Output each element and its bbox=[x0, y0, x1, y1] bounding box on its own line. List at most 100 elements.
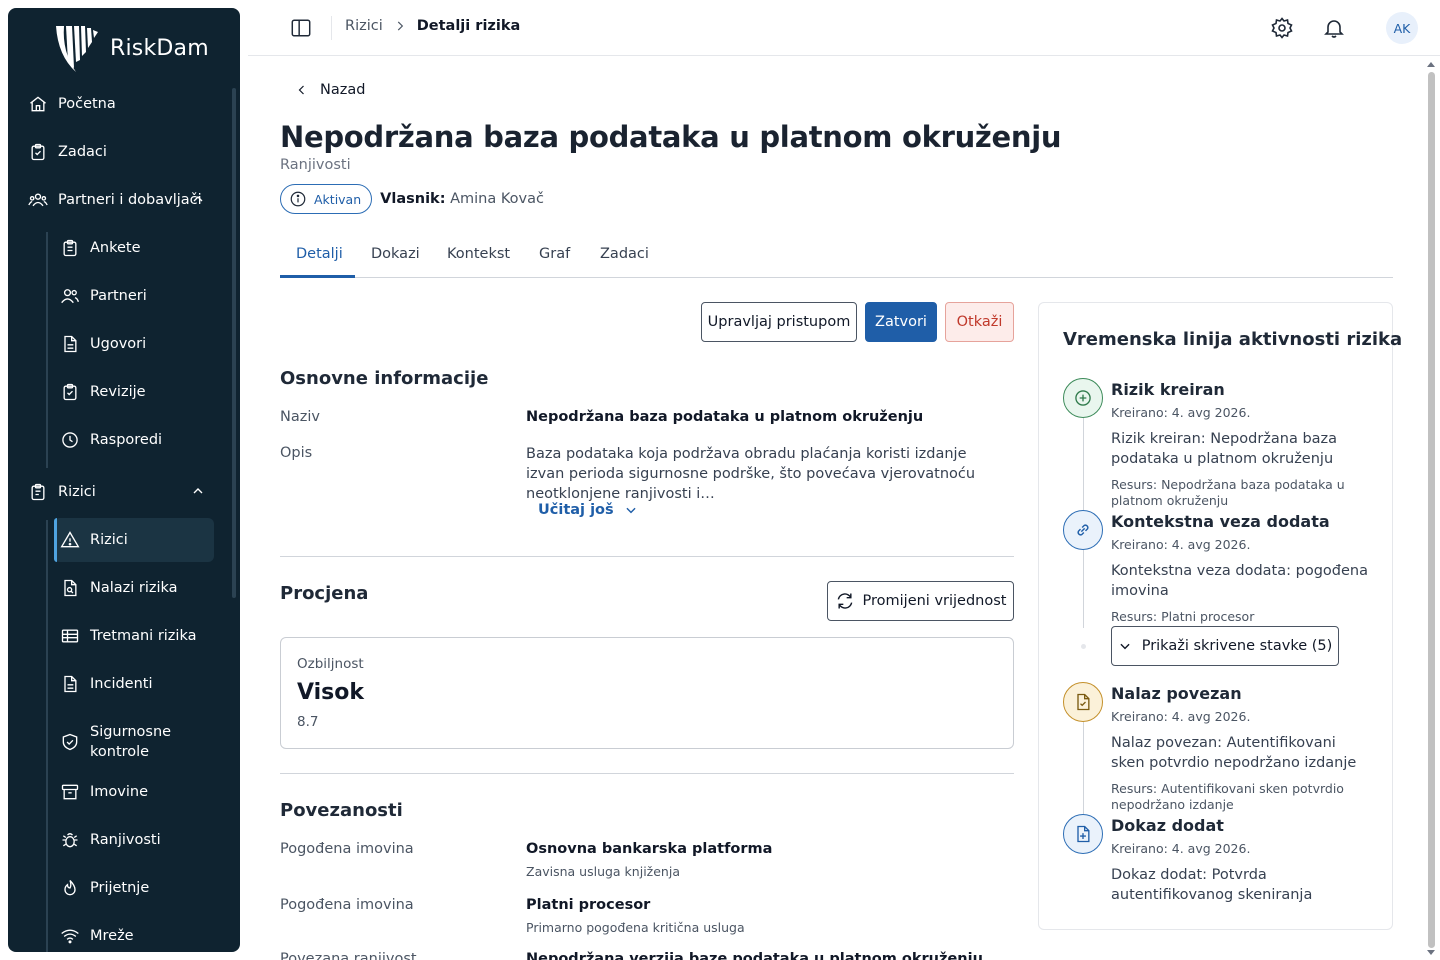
relation-value[interactable]: Nepodržana verzija baze podataka u platn… bbox=[526, 951, 983, 960]
status-row: Aktivan Vlasnik: Amina Kovač bbox=[280, 184, 544, 214]
relation-label: Pogođena imovina bbox=[280, 841, 414, 857]
sidebar-item-revizije[interactable]: Revizije bbox=[54, 370, 214, 414]
timeline-event-body: Rizik kreiran: Nepodržana baza podataka … bbox=[1111, 431, 1338, 467]
page-title: Nepodržana baza podataka u platnom okruž… bbox=[280, 120, 1062, 154]
sidebar-item-label: Sigurnosne kontrole bbox=[90, 724, 172, 760]
logo-icon bbox=[56, 26, 98, 72]
sidebar-item-mreze[interactable]: Mreže bbox=[54, 914, 214, 952]
sidebar-item-label: Rasporedi bbox=[90, 432, 163, 448]
tab-kontekst[interactable]: Kontekst bbox=[447, 246, 510, 262]
relation-note: Primarno pogođena kritična usluga bbox=[526, 920, 745, 935]
load-more-button[interactable]: Učitaj još bbox=[538, 502, 638, 518]
info-icon bbox=[290, 191, 306, 207]
section-divider bbox=[280, 773, 1014, 774]
timeline-event-resource: Resurs: Nepodržana baza podataka u platn… bbox=[1111, 477, 1345, 508]
sidebar-item-label: Ankete bbox=[90, 240, 141, 256]
manage-access-button[interactable]: Upravljaj pristupom bbox=[701, 302, 857, 342]
sidebar-item-label: Rizici bbox=[58, 484, 96, 500]
breadcrumb-current: Detalji rizika bbox=[416, 18, 521, 34]
timeline-connector bbox=[1083, 418, 1084, 510]
page-scrollbar[interactable] bbox=[1428, 72, 1435, 948]
show-hidden-items-button[interactable]: Prikaži skrivene stavke (5) bbox=[1111, 626, 1339, 666]
sidebar-item-sigurnosne-kontrole[interactable]: Sigurnosne kontrole bbox=[54, 720, 214, 764]
chevron-down-icon bbox=[1120, 643, 1130, 650]
timeline-event-dot bbox=[1063, 814, 1103, 854]
active-tab-indicator bbox=[280, 275, 355, 278]
sidebar-item-label: Početna bbox=[58, 96, 116, 112]
timeline-event-dot bbox=[1063, 510, 1103, 550]
sidebar-item-nalazi-rizika[interactable]: Nalazi rizika bbox=[54, 566, 214, 610]
sidebar-item-label: Rizici bbox=[90, 532, 128, 548]
owner-label: Vlasnik: bbox=[380, 191, 446, 207]
user-group-icon bbox=[61, 289, 79, 304]
sidebar-item-ranjivosti[interactable]: Ranjivosti bbox=[54, 818, 214, 862]
archive-icon bbox=[61, 784, 79, 800]
sidebar-item-incidenti[interactable]: Incidenti bbox=[54, 662, 214, 706]
chevron-up-icon bbox=[193, 488, 203, 494]
sidebar-item-partneri[interactable]: Partneri bbox=[54, 274, 214, 318]
sidebar-item-rizici[interactable]: Rizici bbox=[54, 518, 214, 562]
severity-card: Ozbiljnost Visok 8.7 bbox=[280, 637, 1014, 749]
page-subtitle: Ranjivosti bbox=[280, 157, 351, 173]
timeline-connector bbox=[1083, 550, 1084, 628]
sidebar-toggle-icon[interactable] bbox=[290, 17, 312, 39]
close-risk-button[interactable]: Zatvori bbox=[865, 302, 937, 342]
clipboard-list-icon bbox=[63, 239, 77, 257]
bell-icon[interactable] bbox=[1322, 16, 1346, 40]
owner-value: Amina Kovač bbox=[450, 191, 544, 207]
timeline-event-body: Nalaz povezan: Autentifikovani sken potv… bbox=[1111, 735, 1357, 771]
cancel-risk-button[interactable]: Otkaži bbox=[945, 302, 1014, 342]
bug-icon bbox=[62, 833, 78, 848]
sidebar-item-label: Revizije bbox=[90, 384, 146, 400]
tab-graf[interactable]: Graf bbox=[539, 246, 570, 262]
document-search-icon bbox=[64, 579, 77, 597]
change-value-button[interactable]: Promijeni vrijednost bbox=[827, 581, 1014, 621]
section-divider bbox=[280, 556, 1014, 557]
severity-label: Ozbiljnost bbox=[297, 656, 364, 672]
description-label: Opis bbox=[280, 445, 313, 461]
tab-detalji[interactable]: Detalji bbox=[296, 246, 343, 262]
breadcrumb: Rizici Detalji rizika bbox=[345, 18, 520, 34]
sidebar-item-ankete[interactable]: Ankete bbox=[54, 226, 214, 270]
relation-label: Pogođena imovina bbox=[280, 897, 414, 913]
sidebar-item-label: Imovine bbox=[90, 784, 148, 800]
sidebar-scrollbar[interactable] bbox=[232, 88, 236, 598]
sidebar-item-rasporedi[interactable]: Rasporedi bbox=[54, 418, 214, 462]
sidebar-item-tretmani-rizika[interactable]: Tretmani rizika bbox=[54, 614, 214, 658]
basic-info-title: Osnovne informacije bbox=[280, 368, 489, 389]
timeline-event-date: Kreirano: 4. avg 2026. bbox=[1111, 405, 1251, 420]
tab-dokazi[interactable]: Dokazi bbox=[371, 246, 420, 262]
logo[interactable]: RiskDam bbox=[52, 22, 209, 74]
refresh-icon bbox=[837, 593, 852, 609]
gear-icon[interactable] bbox=[1270, 16, 1294, 40]
sidebar-item-imovine[interactable]: Imovine bbox=[54, 770, 214, 814]
sidebar-item-label: Zadaci bbox=[58, 144, 107, 160]
sidebar-item-pocetna[interactable]: Početna bbox=[22, 82, 214, 126]
assessment-title: Procjena bbox=[280, 583, 369, 604]
relation-value[interactable]: Platni procesor bbox=[526, 897, 650, 913]
sidebar-item-zadaci[interactable]: Zadaci bbox=[22, 130, 214, 174]
activity-timeline: Vremenska linija aktivnosti rizika Rizik… bbox=[1038, 302, 1402, 930]
breadcrumb-rizici[interactable]: Rizici bbox=[345, 18, 383, 34]
clipboard-icon bbox=[31, 483, 45, 501]
home-icon bbox=[30, 96, 46, 112]
sidebar-item-label: Partneri bbox=[90, 288, 147, 304]
avatar[interactable]: AK bbox=[1386, 12, 1418, 44]
top-bar: Rizici Detalji rizika AK bbox=[248, 0, 1440, 56]
show-hidden-label: Prikaži skrivene stavke (5) bbox=[1141, 638, 1333, 654]
sidebar-item-prijetnje[interactable]: Prijetnje bbox=[54, 866, 214, 910]
sidebar-item-rizici-group[interactable]: Rizici bbox=[22, 470, 214, 514]
name-label: Naziv bbox=[280, 409, 320, 425]
timeline-event-date: Kreirano: 4. avg 2026. bbox=[1111, 841, 1251, 856]
relation-note: Zavisna usluga knjiženja bbox=[526, 864, 680, 879]
sidebar-item-partneri-i-dobavljaci[interactable]: Partneri i dobavljači bbox=[22, 178, 214, 222]
relation-value[interactable]: Osnovna bankarska platforma bbox=[526, 841, 772, 857]
timeline-event-title: Kontekstna veza dodata bbox=[1111, 512, 1330, 531]
link-icon bbox=[1077, 524, 1089, 536]
scroll-up-arrow[interactable] bbox=[1427, 62, 1435, 67]
back-button[interactable]: Nazad bbox=[296, 82, 365, 98]
tab-zadaci[interactable]: Zadaci bbox=[600, 246, 649, 262]
document-plus-icon bbox=[1077, 825, 1090, 843]
sidebar-item-ugovori[interactable]: Ugovori bbox=[54, 322, 214, 366]
scroll-down-arrow[interactable] bbox=[1427, 950, 1435, 955]
